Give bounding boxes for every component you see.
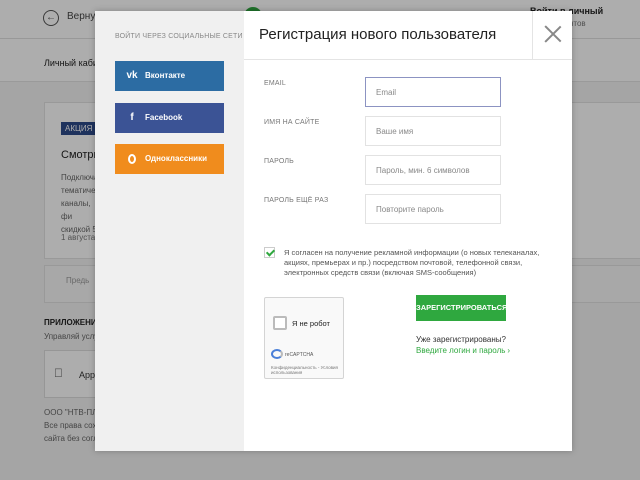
password-label: ПАРОЛЬ — [264, 158, 294, 165]
social-login-panel: ВОЙТИ ЧЕРЕЗ СОЦИАЛЬНЫЕ СЕТИ vk Вконтакте… — [95, 11, 244, 451]
login-link[interactable]: Введите логин и пароль › — [416, 346, 510, 355]
email-label: EMAIL — [264, 80, 287, 87]
facebook-icon: f — [130, 112, 134, 123]
email-field[interactable] — [365, 77, 501, 107]
password-field[interactable] — [365, 155, 501, 185]
register-button[interactable]: ЗАРЕГИСТРИРОВАТЬСЯ — [416, 295, 507, 321]
consent-checkbox[interactable] — [264, 247, 275, 258]
recaptcha-widget: Я не робот reCAPTCHA Конфиденциальность … — [264, 297, 344, 379]
facebook-label: Facebook — [145, 113, 183, 122]
recaptcha-checkbox[interactable] — [273, 316, 287, 330]
chevron-right-icon: › — [507, 346, 511, 355]
login-link-label: Введите логин и пароль — [416, 346, 506, 355]
odnoklassniki-label: Одноклассники — [145, 154, 208, 163]
odnoklassniki-login-button[interactable]: Одноклассники — [115, 144, 224, 174]
social-login-title: ВОЙТИ ЧЕРЕЗ СОЦИАЛЬНЫЕ СЕТИ — [115, 33, 243, 40]
registration-modal: ВОЙТИ ЧЕРЕЗ СОЦИАЛЬНЫЕ СЕТИ vk Вконтакте… — [95, 11, 572, 451]
title-divider — [244, 59, 572, 60]
modal-title: Регистрация нового пользователя — [259, 26, 497, 43]
recaptcha-label: Я не робот — [292, 319, 330, 328]
vk-icon: vk — [126, 70, 138, 81]
username-field[interactable] — [365, 116, 501, 146]
password-confirm-label: ПАРОЛЬ ЕЩЁ РАЗ — [264, 197, 329, 204]
password-confirm-field[interactable] — [365, 194, 501, 224]
recaptcha-logo-icon — [271, 349, 283, 359]
recaptcha-brand: reCAPTCHA — [285, 352, 314, 358]
already-registered-text: Уже зарегистрированы? — [416, 335, 506, 344]
vk-login-button[interactable]: vk Вконтакте — [115, 61, 224, 91]
username-label: ИМЯ НА САЙТЕ — [264, 119, 320, 126]
close-button[interactable] — [532, 11, 573, 59]
odnoklassniki-icon — [125, 144, 139, 174]
vk-label: Вконтакте — [145, 71, 186, 80]
consent-text: Я согласен на получение рекламной информ… — [284, 248, 540, 277]
facebook-login-button[interactable]: f Facebook — [115, 103, 224, 133]
recaptcha-links[interactable]: Конфиденциальность - Условия использован… — [271, 365, 341, 375]
close-icon — [544, 25, 562, 43]
